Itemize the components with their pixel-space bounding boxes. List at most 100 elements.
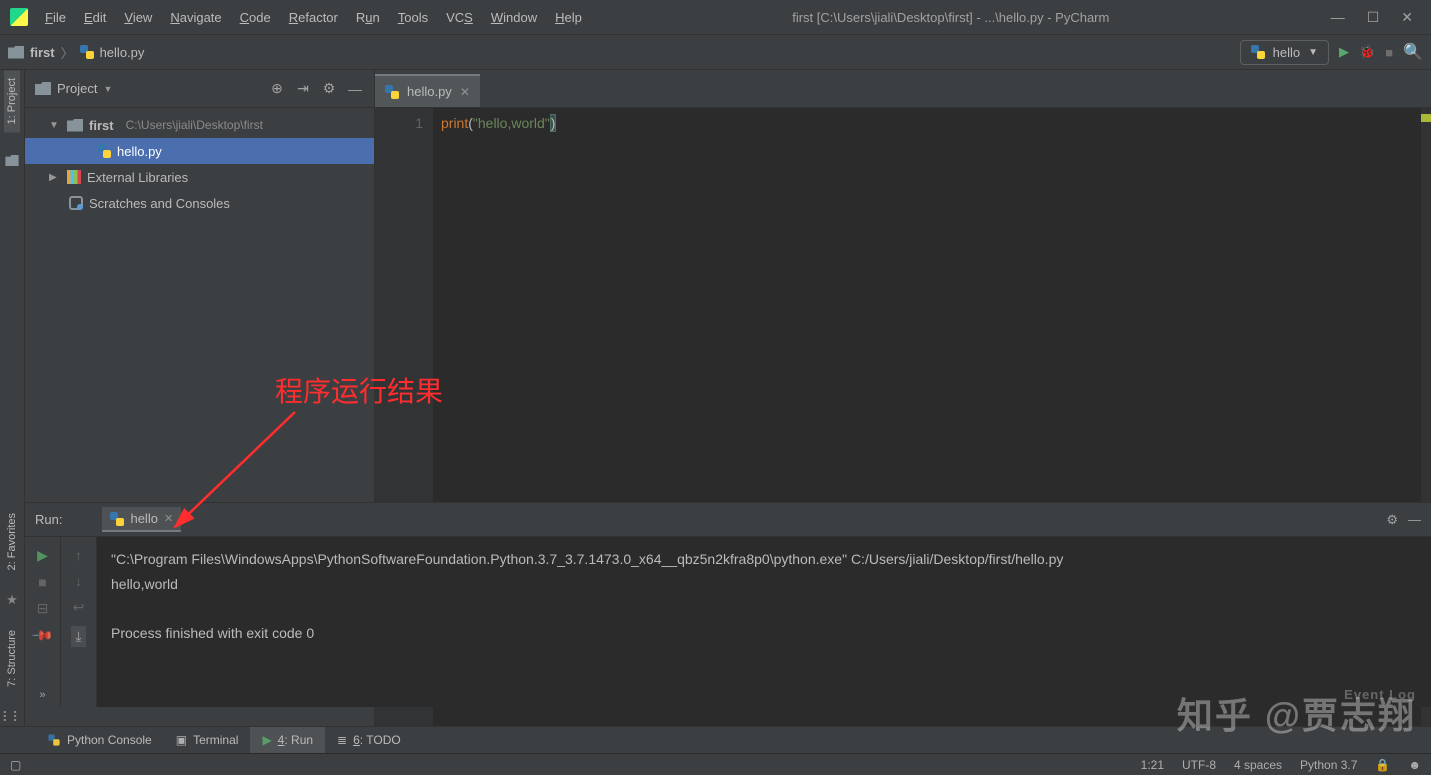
breadcrumb-file[interactable]: hello.py — [100, 45, 145, 60]
tree-file-hello[interactable]: hello.py — [25, 138, 374, 164]
window-title: first [C:\Users\jiali\Desktop\first] - .… — [589, 10, 1313, 25]
chevron-down-icon[interactable]: ▼ — [103, 84, 112, 94]
status-caret-pos[interactable]: 1:21 — [1141, 758, 1164, 772]
gear-icon[interactable]: ⚙ — [1386, 512, 1398, 528]
tool-folder-icon[interactable] — [5, 155, 19, 166]
warning-stripe[interactable] — [1421, 114, 1431, 122]
close-button[interactable]: ✕ — [1401, 9, 1413, 26]
status-bar: ▢ 1:21 UTF-8 4 spaces Python 3.7 🔒 ☻ — [0, 753, 1431, 775]
collapse-all-icon[interactable]: ⇥ — [294, 80, 312, 97]
hide-icon[interactable]: — — [1408, 512, 1421, 527]
run-icon: ▶ — [262, 733, 271, 747]
status-encoding[interactable]: UTF-8 — [1182, 758, 1216, 772]
menu-vcs[interactable]: VCS — [439, 6, 480, 29]
run-tab-label: hello — [130, 511, 157, 526]
lock-icon[interactable]: 🔒 — [1375, 758, 1390, 772]
soft-wrap-icon[interactable]: ↩ — [73, 599, 85, 616]
todo-icon: ≣ — [337, 733, 347, 747]
maximize-button[interactable]: ☐ — [1367, 9, 1380, 26]
minimize-button[interactable]: — — [1331, 9, 1345, 26]
search-icon[interactable]: 🔍 — [1403, 42, 1423, 62]
status-tool-icon[interactable]: ▢ — [10, 758, 21, 772]
bottom-tab-python-console[interactable]: Python Console — [35, 727, 164, 753]
menu-edit[interactable]: Edit — [77, 6, 113, 29]
console-line-cmd: "C:\Program Files\WindowsApps\PythonSoft… — [111, 551, 1063, 567]
line-number: 1 — [375, 112, 423, 134]
tool-tab-favorites[interactable]: 2: Favorites — [4, 505, 20, 578]
gear-icon[interactable]: ⚙ — [320, 80, 338, 97]
debug-button[interactable]: 🐞 — [1359, 44, 1375, 60]
close-tab-icon[interactable]: ✕ — [460, 85, 470, 99]
menu-tools[interactable]: Tools — [391, 6, 435, 29]
menu-view[interactable]: View — [117, 6, 159, 29]
tool-tab-structure[interactable]: 7: Structure — [4, 622, 20, 695]
left-tool-strip: 1: Project 2: Favorites ★ 7: Structure ⠇… — [0, 70, 25, 726]
editor-tab-hello[interactable]: hello.py ✕ — [375, 74, 480, 107]
more-icon[interactable]: » — [39, 689, 45, 701]
menu-run[interactable]: Run — [349, 6, 387, 29]
python-icon — [48, 734, 59, 745]
tool-tab-project[interactable]: 1: Project — [4, 70, 20, 132]
menu-help[interactable]: Help — [548, 6, 589, 29]
run-config-name: hello — [1273, 45, 1300, 60]
close-tab-icon[interactable]: ✕ — [164, 512, 173, 525]
tree-external-label: External Libraries — [87, 170, 188, 185]
project-tree: ▼ first C:\Users\jiali\Desktop\first hel… — [25, 108, 374, 220]
title-bar: File Edit View Navigate Code Refactor Ru… — [0, 0, 1431, 35]
status-interpreter[interactable]: Python 3.7 — [1300, 758, 1357, 772]
up-icon[interactable]: ↑ — [75, 547, 82, 563]
editor-tab-label: hello.py — [407, 84, 452, 99]
python-icon — [110, 512, 124, 526]
star-icon[interactable]: ★ — [6, 592, 18, 608]
menu-navigate[interactable]: Navigate — [163, 6, 228, 29]
hide-icon[interactable]: — — [346, 81, 364, 97]
stop-icon[interactable]: ■ — [38, 574, 46, 590]
layout-icon[interactable]: ⊟ — [37, 600, 49, 617]
project-header: Project ▼ ⊕ ⇥ ⚙ — — [25, 70, 374, 108]
menu-file[interactable]: File — [38, 6, 73, 29]
status-indent[interactable]: 4 spaces — [1234, 758, 1282, 772]
python-file-icon — [97, 144, 111, 158]
run-panel-label: Run: — [35, 512, 62, 527]
structure-icon[interactable]: ⠇⠇ — [2, 709, 23, 726]
expand-icon[interactable]: ▶ — [49, 172, 61, 183]
console-output[interactable]: "C:\Program Files\WindowsApps\PythonSoft… — [97, 537, 1431, 707]
folder-icon — [35, 82, 51, 95]
tree-file-name: hello.py — [117, 144, 162, 159]
locate-icon[interactable]: ⊕ — [268, 80, 286, 97]
bottom-tab-todo[interactable]: ≣ 6: TODO — [325, 727, 413, 753]
breadcrumb-project[interactable]: first — [30, 45, 55, 60]
down-icon[interactable]: ↓ — [75, 573, 82, 589]
run-tool-window: Run: hello ✕ ⚙ — ▶ ■ ⊟ 📌 » ↑ ↓ ↩ ⤓ "C:\P… — [25, 502, 1431, 707]
editor-tabs: hello.py ✕ — [375, 70, 1431, 108]
menu-window[interactable]: Window — [484, 6, 544, 29]
window-buttons: — ☐ ✕ — [1313, 9, 1431, 26]
run-header: Run: hello ✕ ⚙ — — [25, 503, 1431, 537]
menu-code[interactable]: Code — [233, 6, 278, 29]
tree-scratches-label: Scratches and Consoles — [89, 196, 230, 211]
tree-scratches[interactable]: Scratches and Consoles — [25, 190, 374, 216]
tree-external-libs[interactable]: ▶ External Libraries — [25, 164, 374, 190]
expand-icon[interactable]: ▼ — [49, 120, 61, 131]
folder-icon — [8, 46, 24, 59]
run-controls-col1: ▶ ■ ⊟ 📌 » — [25, 537, 61, 707]
bottom-tab-run[interactable]: ▶ 4: Run — [250, 727, 325, 753]
terminal-icon: ▣ — [176, 733, 187, 747]
rerun-icon[interactable]: ▶ — [37, 547, 48, 564]
tree-root-path: C:\Users\jiali\Desktop\first — [126, 118, 263, 132]
project-title[interactable]: Project — [57, 81, 97, 96]
menu-refactor[interactable]: Refactor — [282, 6, 345, 29]
scroll-end-icon[interactable]: ⤓ — [71, 626, 85, 647]
bottom-tab-terminal[interactable]: ▣ Terminal — [164, 727, 251, 753]
pin-icon[interactable]: 📌 — [30, 623, 54, 647]
console-line-exit: Process finished with exit code 0 — [111, 625, 314, 641]
tree-root[interactable]: ▼ first C:\Users\jiali\Desktop\first — [25, 112, 374, 138]
run-tab-hello[interactable]: hello ✕ — [102, 507, 181, 532]
breadcrumb: first 〉 hello.py — [8, 43, 144, 62]
run-config-selector[interactable]: hello ▼ — [1240, 40, 1329, 65]
libraries-icon — [67, 170, 81, 184]
pycharm-icon — [10, 8, 28, 26]
inspector-icon[interactable]: ☻ — [1408, 758, 1421, 772]
stop-button[interactable]: ■ — [1385, 45, 1393, 60]
run-button[interactable]: ▶ — [1339, 44, 1349, 60]
